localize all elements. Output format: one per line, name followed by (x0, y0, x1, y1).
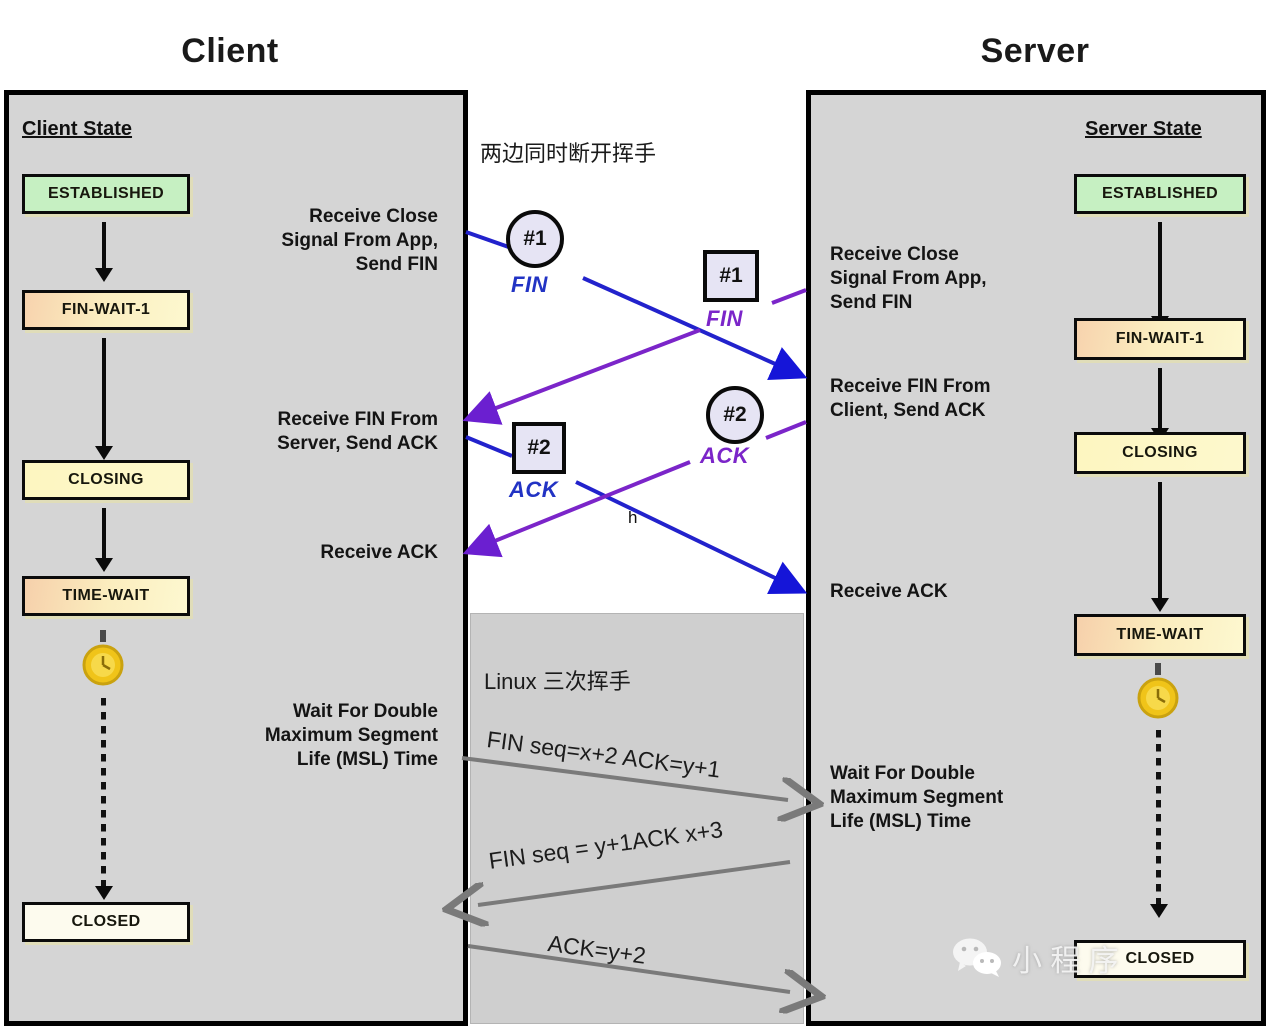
client-dotted-wait-line (101, 698, 106, 890)
client-state-closed: CLOSED (22, 902, 190, 942)
badge-client-ack-2: #2 (512, 422, 566, 474)
badge-caption-client-ack-2: ACK (509, 477, 559, 502)
server-state-closing: CLOSING (1074, 432, 1246, 474)
client-state-closing: CLOSING (22, 460, 190, 500)
client-dotted-arrow-head (95, 886, 113, 900)
server-event-receive-ack: Receive ACK (830, 581, 948, 602)
client-arrow-3-line (102, 508, 106, 560)
server-arrow-3-line (1158, 482, 1162, 600)
wechat-logo-icon (953, 938, 1001, 977)
server-event-receive-fin-from-client: Receive FIN From Client, Send ACK (830, 376, 991, 421)
server-event-receive-close-signal: Receive Close Signal From App, Send FIN (830, 244, 987, 313)
badge-client-fin-1: #1 (506, 210, 564, 268)
note-linux-three-way: Linux 三次挥手 (484, 669, 631, 694)
server-column-title: Server (980, 32, 1090, 70)
badge-server-fin-1: #1 (703, 250, 759, 302)
server-arrow-1-line (1158, 222, 1162, 318)
client-event-receive-close-signal: Receive Close Signal From App, Send FIN (281, 206, 438, 275)
badge-caption-server-ack-2: ACK (700, 443, 750, 468)
tcp-simultaneous-close-diagram: The TCP/IP Guide Client Server Client St… (0, 0, 1270, 1026)
server-dotted-wait-line (1156, 730, 1161, 908)
client-event-wait-msl: Wait For Double Maximum Segment Life (MS… (264, 701, 438, 770)
middle-white-area (468, 90, 806, 612)
badge-server-ack-2: #2 (706, 386, 764, 444)
client-state-heading: Client State (22, 118, 133, 140)
note-simultaneous-close: 两边同时断开挥手 (480, 141, 657, 166)
server-arrow-2-line (1158, 368, 1162, 430)
server-state-established: ESTABLISHED (1074, 174, 1246, 214)
server-panel (806, 90, 1266, 1026)
client-event-receive-fin-from-server: Receive FIN From Server, Send ACK (277, 409, 438, 454)
client-state-time-wait: TIME-WAIT (22, 576, 190, 616)
client-state-fin-wait-1: FIN-WAIT-1 (22, 290, 190, 330)
client-arrow-3-head (95, 558, 113, 572)
server-state-time-wait: TIME-WAIT (1074, 614, 1246, 656)
client-arrow-1-line (102, 222, 106, 270)
wechat-watermark: 小 程 序 (952, 936, 1119, 980)
client-arrow-2-line (102, 338, 106, 448)
server-event-wait-msl: Wait For Double Maximum Segment Life (MS… (830, 763, 1004, 832)
badge-caption-server-fin-1: FIN (706, 306, 743, 331)
server-arrow-3-head (1151, 598, 1169, 612)
server-state-heading: Server State (1085, 118, 1202, 140)
server-state-fin-wait-1: FIN-WAIT-1 (1074, 318, 1246, 360)
client-arrow-2-head (95, 446, 113, 460)
server-dotted-arrow-head (1150, 904, 1168, 918)
badge-caption-client-fin-1: FIN (511, 272, 548, 297)
client-event-receive-ack: Receive ACK (320, 542, 438, 563)
wechat-watermark-text: 小 程 序 (1012, 945, 1119, 978)
client-arrow-1-head (95, 268, 113, 282)
client-state-established: ESTABLISHED (22, 174, 190, 214)
client-column-title: Client (181, 32, 279, 70)
stray-annotation-h: h (628, 508, 638, 527)
